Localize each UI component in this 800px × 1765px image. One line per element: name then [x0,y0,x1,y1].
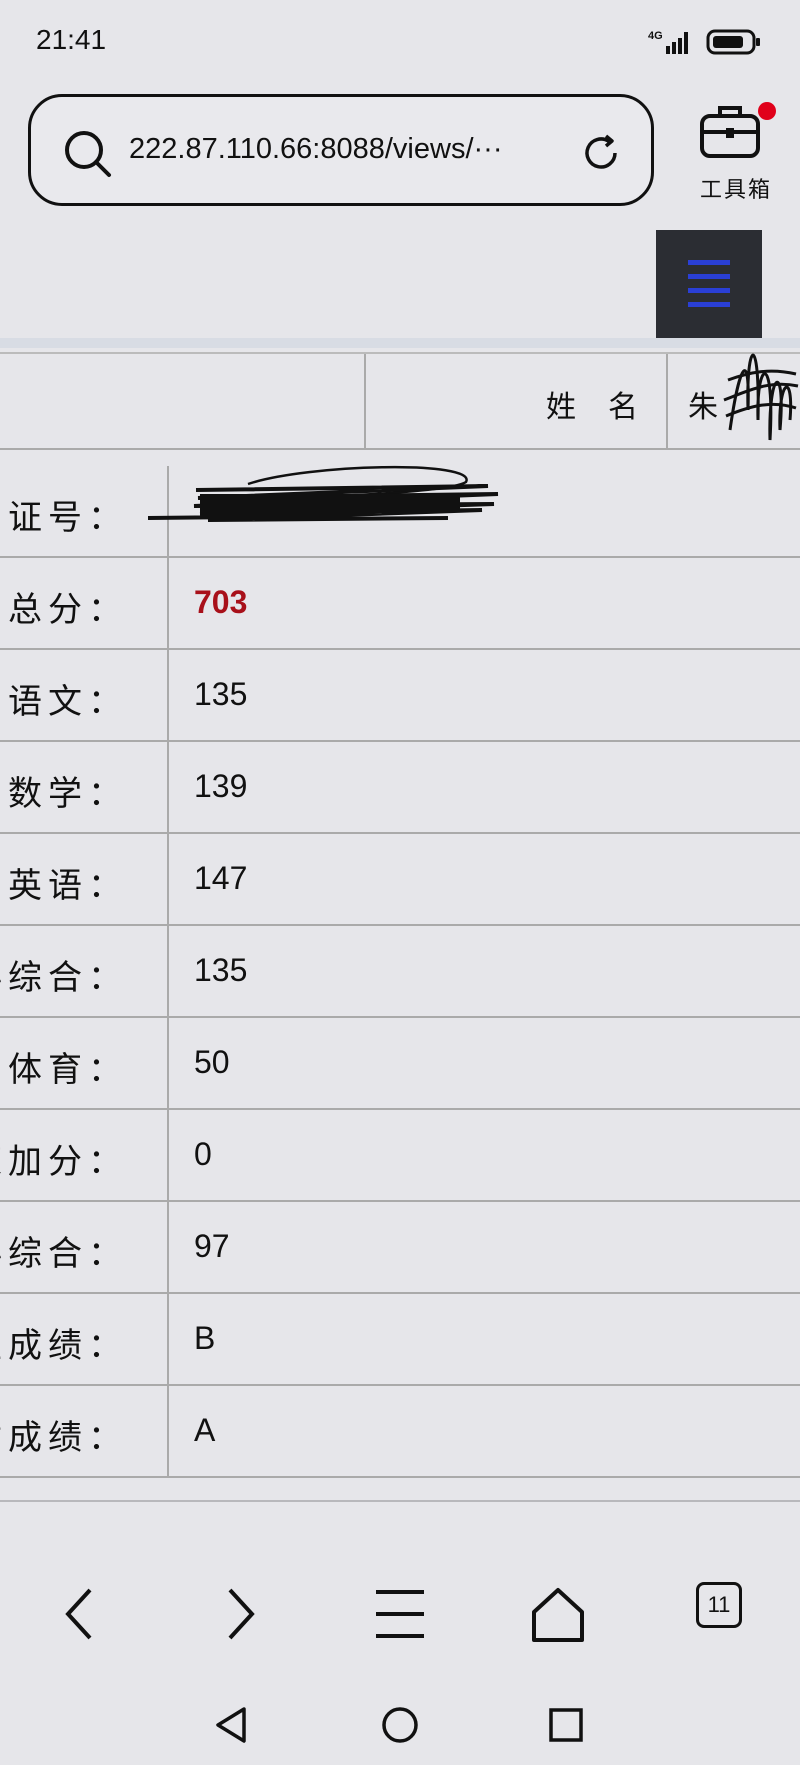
address-bar[interactable]: 222.87.110.66:8088/views/··· [28,94,654,206]
table-row: 策加分： 0 [0,1110,800,1202]
status-time: 21:41 [36,24,107,55]
row-label: 科综合： [0,1234,128,1274]
name-label: 姓名 [546,390,670,425]
table-row: 英语： 147 [0,834,800,926]
battery-icon [706,29,760,55]
system-nav-bar [0,1685,800,1765]
row-value: B [194,1320,216,1356]
row-label: 数学： [8,774,128,814]
row-label: 策加分： [0,1142,128,1182]
tabs-icon[interactable]: 11 [696,1582,742,1628]
row-label: 科综合： [0,958,128,998]
table-row: 质成绩： A [0,1386,800,1478]
toolbox-label: 工具箱 [699,178,772,203]
header-divider [0,338,800,348]
home-icon[interactable] [530,1586,586,1644]
url-text[interactable]: 222.87.110.66:8088/views/··· [129,133,502,166]
search-icon [65,131,111,177]
svg-text:4G: 4G [648,30,663,42]
sys-home-icon[interactable] [380,1705,420,1745]
table-row: 科综合： 135 [0,926,800,1018]
row-label: 质成绩： [0,1418,128,1458]
table-row: 科综合： 97 [0,1202,800,1294]
row-value: 0 [194,1136,212,1172]
row-label: 考证号： [0,498,128,538]
table-row: 总分： 703 [0,558,800,650]
row-value: 97 [194,1228,230,1264]
row-label: 体育： [8,1050,128,1090]
total-score-value: 703 [194,584,248,620]
table-row: 数学： 139 [0,742,800,834]
row-value: 135 [194,952,248,988]
table-row: 体育： 50 [0,1018,800,1110]
sys-recents-icon[interactable] [548,1707,584,1743]
score-table: 考证号： 总分： 703 语文： 135 数学： 139 英语： 147 科综合： 135… [0,466,800,1478]
reload-icon[interactable] [579,131,623,175]
status-bar: 21:41 4G [0,0,800,80]
notification-dot [758,102,776,120]
signal-icon: 4G [648,30,688,54]
row-value: A [194,1412,216,1448]
table-row: 生成绩： B [0,1294,800,1386]
table-row: 语文： 135 [0,650,800,742]
cell-divider [364,354,366,448]
sys-back-icon[interactable] [214,1705,250,1745]
row-label: 英语： [8,866,128,906]
back-icon[interactable] [60,1586,100,1642]
name-value: 朱 [688,390,718,425]
toolbox-button[interactable]: 工具箱 [686,100,790,210]
name-row: 姓名 朱 [0,352,800,450]
menu-lines-icon[interactable] [374,1586,426,1642]
content-divider [0,1500,800,1502]
redaction-scribble [723,353,799,441]
browser-nav-bar: 11 [0,1540,800,1680]
redaction-scribble [148,465,499,522]
row-value: 50 [194,1044,230,1080]
row-value: 147 [194,860,248,896]
row-label: 语文： [8,682,128,722]
row-value: 135 [194,676,248,712]
row-value: 139 [194,768,248,804]
forward-icon[interactable] [220,1586,260,1642]
row-label: 生成绩： [0,1326,128,1366]
row-label: 总分： [8,590,128,630]
